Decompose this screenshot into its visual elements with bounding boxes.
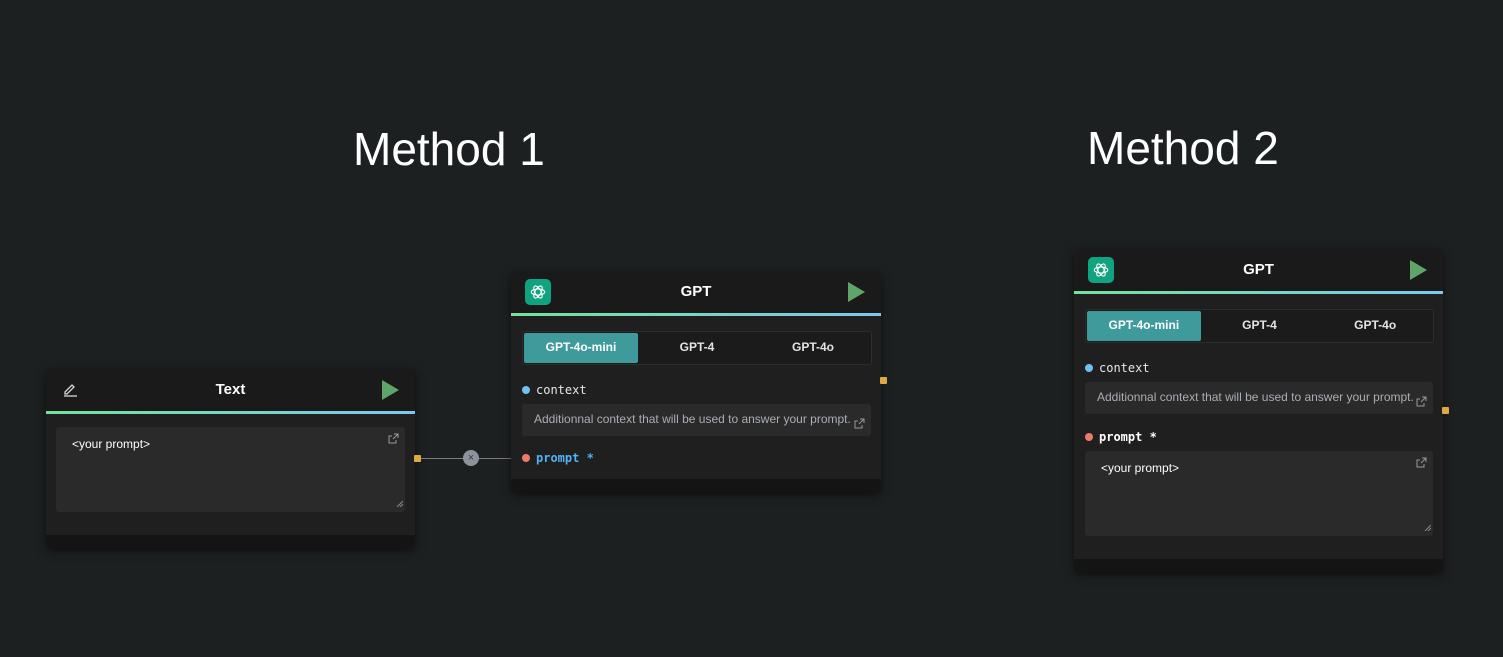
prompt-label-text: prompt <box>1099 430 1143 444</box>
text-prompt-value: <your prompt> <box>72 437 151 451</box>
gpt-node-header[interactable]: GPT <box>511 271 881 313</box>
tab-gpt-4[interactable]: GPT-4 <box>1203 311 1317 341</box>
context-input-handle[interactable] <box>522 386 530 394</box>
gpt-node-footer <box>1074 559 1443 572</box>
prompt-textarea[interactable]: <your prompt> <box>1085 451 1433 536</box>
context-input[interactable]: Additionnal context that will be used to… <box>522 404 871 436</box>
prompt-value: <your prompt> <box>1101 461 1180 475</box>
gpt-output-handle[interactable] <box>880 377 887 384</box>
gpt-node-method-1[interactable]: GPT GPT-4o-mini GPT-4 GPT-4o context Add… <box>511 271 881 492</box>
text-node-title: Text <box>215 381 246 398</box>
expand-icon[interactable] <box>854 410 865 436</box>
edge-remove-button[interactable]: × <box>463 450 479 466</box>
header-divider <box>1074 291 1443 294</box>
context-label-text: context <box>1099 361 1150 375</box>
tab-gpt-4o-mini[interactable]: GPT-4o-mini <box>1087 311 1201 341</box>
prompt-input-handle[interactable] <box>522 454 530 462</box>
tab-gpt-4o[interactable]: GPT-4o <box>1318 311 1432 341</box>
prompt-input-handle[interactable] <box>1085 433 1093 441</box>
context-input[interactable]: Additionnal context that will be used to… <box>1085 382 1433 414</box>
run-play-icon[interactable] <box>848 282 865 302</box>
expand-icon[interactable] <box>1416 457 1427 471</box>
prompt-field-label: prompt * <box>522 451 594 465</box>
text-node[interactable]: Text <your prompt> <box>46 369 415 548</box>
tab-gpt-4[interactable]: GPT-4 <box>640 333 754 363</box>
required-marker: * <box>586 451 594 465</box>
header-divider <box>511 313 881 316</box>
method-2-title: Method 2 <box>1087 122 1279 174</box>
gpt-node-method-2[interactable]: GPT GPT-4o-mini GPT-4 GPT-4o context Add… <box>1074 249 1443 572</box>
method-1-title: Method 1 <box>353 123 545 175</box>
expand-icon[interactable] <box>388 433 399 447</box>
gpt-node-title: GPT <box>1243 261 1274 278</box>
resize-grip-icon[interactable] <box>1424 520 1432 534</box>
prompt-field-label: prompt * <box>1085 430 1157 444</box>
tab-gpt-4o-mini[interactable]: GPT-4o-mini <box>524 333 638 363</box>
model-tabs: GPT-4o-mini GPT-4 GPT-4o <box>1085 309 1434 343</box>
context-field-label: context <box>522 383 587 397</box>
gpt-output-handle[interactable] <box>1442 407 1449 414</box>
text-output-handle[interactable] <box>414 455 421 462</box>
tab-gpt-4o[interactable]: GPT-4o <box>756 333 870 363</box>
text-node-footer <box>46 535 415 548</box>
gpt-node-header[interactable]: GPT <box>1074 249 1443 291</box>
gpt-node-title: GPT <box>680 283 712 300</box>
context-input-handle[interactable] <box>1085 364 1093 372</box>
text-prompt-textarea[interactable]: <your prompt> <box>56 427 405 512</box>
run-play-icon[interactable] <box>1410 260 1427 280</box>
context-placeholder: Additionnal context that will be used to… <box>1097 390 1414 404</box>
expand-icon[interactable] <box>1416 388 1427 414</box>
gpt-node-footer <box>511 479 881 492</box>
context-field-label: context <box>1085 361 1150 375</box>
context-label-text: context <box>536 383 587 397</box>
context-placeholder: Additionnal context that will be used to… <box>534 412 851 426</box>
required-marker: * <box>1149 430 1157 444</box>
text-node-header[interactable]: Text <box>46 369 415 411</box>
model-tabs: GPT-4o-mini GPT-4 GPT-4o <box>522 331 872 365</box>
run-play-icon[interactable] <box>382 380 399 400</box>
prompt-label-text: prompt <box>536 451 580 465</box>
header-divider <box>46 411 415 414</box>
resize-grip-icon[interactable] <box>396 496 404 510</box>
